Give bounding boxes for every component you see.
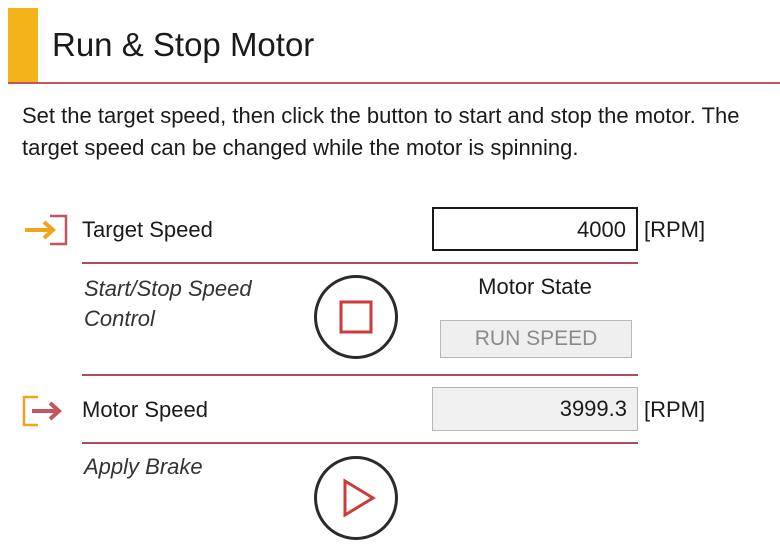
stop-square-icon	[339, 300, 373, 334]
page-title: Run & Stop Motor	[52, 26, 315, 63]
motor-speed-unit: [RPM]	[644, 397, 706, 422]
start-stop-label: Start/Stop Speed Control	[84, 274, 252, 334]
target-speed-unit: [RPM]	[644, 217, 706, 242]
page-header: Run & Stop Motor	[8, 8, 780, 84]
divider	[82, 374, 638, 376]
output-arrow-icon	[22, 395, 63, 427]
motor-speed-display: 3999.3	[432, 387, 638, 431]
description-text: Set the target speed, then click the but…	[22, 103, 740, 160]
motor-state-display: RUN SPEED	[440, 320, 632, 358]
header-accent-bar	[8, 8, 38, 82]
start-stop-label-line1: Start/Stop Speed	[84, 276, 252, 301]
apply-brake-button[interactable]	[314, 456, 398, 540]
play-triangle-icon	[343, 478, 376, 518]
start-stop-button[interactable]	[314, 275, 398, 359]
divider	[82, 442, 638, 444]
start-stop-label-line2: Control	[84, 306, 155, 331]
target-speed-label: Target Speed	[82, 217, 213, 242]
apply-brake-label: Apply Brake	[84, 454, 203, 479]
motor-state-label: Motor State	[478, 274, 592, 299]
motor-speed-label: Motor Speed	[82, 397, 208, 422]
target-speed-input[interactable]: 4000	[432, 207, 638, 251]
input-arrow-icon	[25, 214, 68, 246]
divider	[82, 262, 638, 264]
